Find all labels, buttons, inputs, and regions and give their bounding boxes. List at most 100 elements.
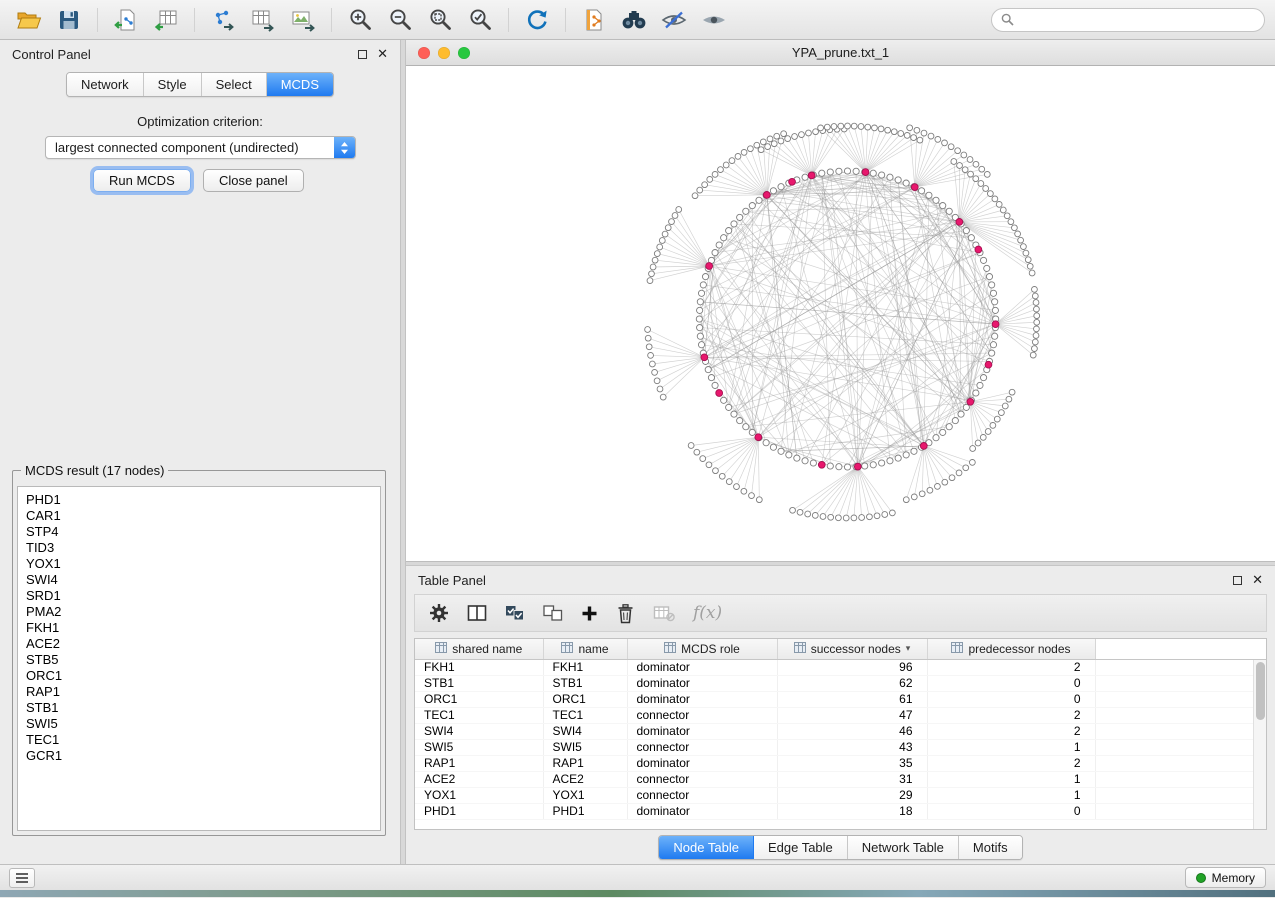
cell-shared-name: TEC1 <box>415 707 543 723</box>
tab-network[interactable]: Network <box>67 73 144 96</box>
mcds-result-item[interactable]: YOX1 <box>26 556 380 572</box>
table-row[interactable]: SWI4SWI4dominator462 <box>415 723 1266 739</box>
cell-shared-name: ORC1 <box>415 691 543 707</box>
node-table: shared name name MCDS rolesuccessor nodes▾… <box>414 638 1267 830</box>
cell-name: YOX1 <box>543 787 627 803</box>
scrollbar-thumb[interactable] <box>1256 662 1265 720</box>
mcds-result-item[interactable]: STB1 <box>26 700 380 716</box>
mcds-result-item[interactable]: ORC1 <box>26 668 380 684</box>
column-header-shared-name[interactable]: shared name <box>415 639 543 659</box>
table-tab-network-table[interactable]: Network Table <box>848 836 959 859</box>
mcds-result-list[interactable]: PHD1CAR1STP4TID3YOX1SWI4SRD1PMA2FKH1ACE2… <box>17 486 381 831</box>
save-session-button[interactable] <box>50 4 88 36</box>
mcds-result-item[interactable]: ACE2 <box>26 636 380 652</box>
table-scrollbar[interactable] <box>1253 660 1266 829</box>
share-document-button[interactable] <box>575 4 613 36</box>
show-hidden-button[interactable] <box>695 4 733 36</box>
column-header-predecessor-nodes[interactable]: predecessor nodes <box>927 639 1095 659</box>
zoom-selected-button[interactable] <box>461 4 499 36</box>
cell-MCDS-role: connector <box>627 771 777 787</box>
table-tab-motifs[interactable]: Motifs <box>959 836 1022 859</box>
column-header-name[interactable]: name <box>543 639 627 659</box>
create-column-button[interactable] <box>581 605 598 622</box>
export-network-button[interactable] <box>204 4 242 36</box>
network-canvas[interactable] <box>406 66 1275 561</box>
minimize-window-button[interactable] <box>438 47 450 59</box>
memory-label: Memory <box>1212 871 1255 885</box>
table-tab-node-table[interactable]: Node Table <box>659 836 754 859</box>
cell-empty <box>1095 787 1266 803</box>
refresh-view-button[interactable] <box>518 4 556 36</box>
status-console-button[interactable] <box>9 868 35 888</box>
hide-selected-button[interactable] <box>655 4 693 36</box>
cell-predecessor-nodes: 2 <box>927 755 1095 771</box>
search-input[interactable] <box>1020 13 1255 27</box>
table-row[interactable]: SWI5SWI5connector431 <box>415 739 1266 755</box>
mcds-result-item[interactable]: FKH1 <box>26 620 380 636</box>
delete-columns-button[interactable] <box>616 603 635 624</box>
plus-icon <box>581 605 598 622</box>
table-row[interactable]: ORC1ORC1dominator610 <box>415 691 1266 707</box>
tab-mcds[interactable]: MCDS <box>267 73 333 96</box>
zoom-out-icon <box>388 7 413 32</box>
table-settings-button[interactable] <box>429 603 449 623</box>
zoom-fit-icon <box>428 7 453 32</box>
tab-select[interactable]: Select <box>202 73 267 96</box>
table-toolbar: f(x) <box>414 594 1267 632</box>
import-table-from-file-button[interactable] <box>147 4 185 36</box>
zoom-window-button[interactable] <box>458 47 470 59</box>
mcds-result-item[interactable]: CAR1 <box>26 508 380 524</box>
export-table-button[interactable] <box>244 4 282 36</box>
memory-button[interactable]: Memory <box>1185 867 1266 888</box>
close-panel-icon[interactable]: ✕ <box>1252 575 1263 585</box>
mcds-result-item[interactable]: TID3 <box>26 540 380 556</box>
table-row[interactable]: ACE2ACE2connector311 <box>415 771 1266 787</box>
search-network-button[interactable] <box>615 4 653 36</box>
export-image-button[interactable] <box>284 4 322 36</box>
mcds-result-item[interactable]: STP4 <box>26 524 380 540</box>
mcds-result-item[interactable]: PMA2 <box>26 604 380 620</box>
close-panel-button[interactable]: Close panel <box>203 169 304 192</box>
toggle-column-panel-button[interactable] <box>467 604 487 622</box>
mcds-result-item[interactable]: GCR1 <box>26 748 380 764</box>
zoom-out-button[interactable] <box>381 4 419 36</box>
mcds-result-item[interactable]: SWI5 <box>26 716 380 732</box>
eye-slash-icon <box>661 10 687 30</box>
table-row[interactable]: TEC1TEC1connector472 <box>415 707 1266 723</box>
control-panel-header: Control Panel ✕ <box>0 40 400 68</box>
cell-successor-nodes: 46 <box>777 723 927 739</box>
open-session-button[interactable] <box>10 4 48 36</box>
control-panel: Control Panel ✕ NetworkStyleSelectMCDS O… <box>0 40 400 864</box>
table-row[interactable]: RAP1RAP1dominator352 <box>415 755 1266 771</box>
import-network-from-file-button[interactable] <box>107 4 145 36</box>
mcds-result-item[interactable]: SRD1 <box>26 588 380 604</box>
column-header-MCDS-role[interactable]: MCDS role <box>627 639 777 659</box>
optimization-dropdown[interactable]: largest connected component (undirected) <box>45 136 356 159</box>
mcds-result-item[interactable]: STB5 <box>26 652 380 668</box>
close-window-button[interactable] <box>418 47 430 59</box>
mcds-result-item[interactable]: RAP1 <box>26 684 380 700</box>
table-row[interactable]: FKH1FKH1dominator962 <box>415 659 1266 675</box>
mcds-result-item[interactable]: SWI4 <box>26 572 380 588</box>
zoom-fit-button[interactable] <box>421 4 459 36</box>
table-row[interactable]: YOX1YOX1connector291 <box>415 787 1266 803</box>
tab-style[interactable]: Style <box>144 73 202 96</box>
float-panel-icon[interactable] <box>1233 576 1242 585</box>
run-mcds-button[interactable]: Run MCDS <box>93 169 191 192</box>
select-all-columns-button[interactable] <box>505 604 525 622</box>
close-panel-icon[interactable]: ✕ <box>377 49 388 59</box>
table-tab-edge-table[interactable]: Edge Table <box>754 836 848 859</box>
column-header-label: name <box>578 642 608 656</box>
delete-table-icon <box>653 604 675 622</box>
column-header-successor-nodes[interactable]: successor nodes▾ <box>777 639 927 659</box>
mcds-result-item[interactable]: TEC1 <box>26 732 380 748</box>
cell-successor-nodes: 31 <box>777 771 927 787</box>
table-row[interactable]: STB1STB1dominator620 <box>415 675 1266 691</box>
network-view <box>406 66 1275 561</box>
zoom-in-button[interactable] <box>341 4 379 36</box>
mcds-result-item[interactable]: PHD1 <box>26 492 380 508</box>
unselect-all-columns-button[interactable] <box>543 604 563 622</box>
table-row[interactable]: PHD1PHD1dominator180 <box>415 803 1266 819</box>
window-traffic-lights <box>418 47 470 59</box>
float-panel-icon[interactable] <box>358 50 367 59</box>
